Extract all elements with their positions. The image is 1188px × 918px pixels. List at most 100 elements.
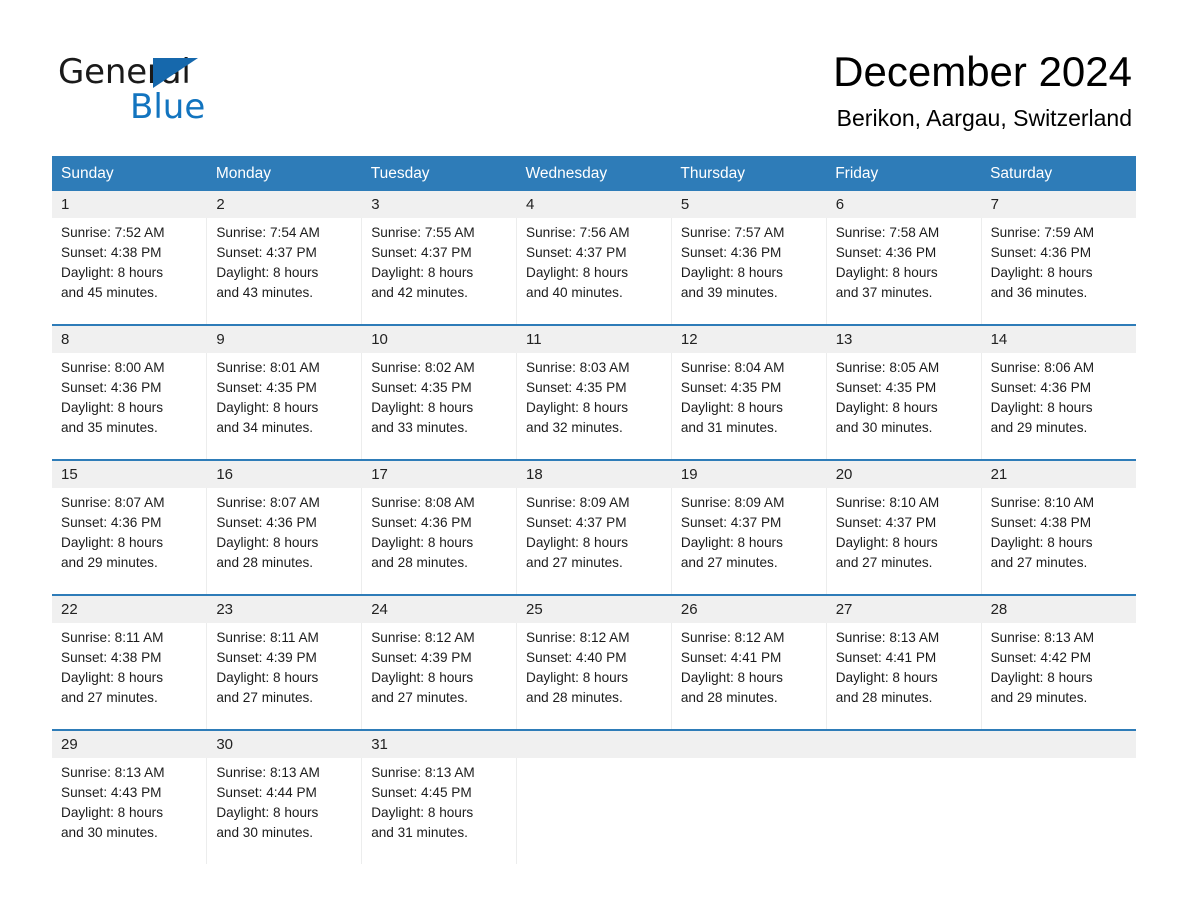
day-cell-empty: [981, 758, 1136, 864]
weekday-header-row: Sunday Monday Tuesday Wednesday Thursday…: [52, 156, 1136, 191]
general-blue-logo[interactable]: General Blue: [58, 52, 318, 132]
daylight-text-line2: and 28 minutes.: [680, 690, 778, 705]
daylight-text-line2: and 40 minutes.: [526, 285, 623, 300]
sunrise-text: Sunrise: 7:57 AM: [680, 225, 785, 240]
daylight-text-line1: Daylight: 8 hours: [61, 265, 164, 280]
daylight-text-line2: and 28 minutes.: [526, 690, 623, 705]
sunset-text: Sunset: 4:44 PM: [216, 785, 317, 800]
sunrise-text: Sunrise: 8:05 AM: [835, 360, 940, 375]
daylight-text-line1: Daylight: 8 hours: [61, 535, 164, 550]
daylight-text-line2: and 45 minutes.: [61, 285, 158, 300]
sunset-text: Sunset: 4:39 PM: [371, 650, 472, 665]
day-number[interactable]: 15: [52, 459, 208, 488]
sunset-text: Sunset: 4:40 PM: [526, 650, 627, 665]
day-number[interactable]: 1: [52, 191, 208, 218]
daylight-text-line1: Daylight: 8 hours: [371, 265, 474, 280]
day-number[interactable]: 13: [826, 324, 982, 353]
sunset-text: Sunset: 4:38 PM: [61, 245, 162, 260]
week-number-row: 15 16 17 18 19 20 21: [52, 459, 1137, 488]
day-number[interactable]: 28: [981, 594, 1137, 623]
day-number[interactable]: 30: [206, 729, 363, 758]
logo-text-blue: Blue: [130, 87, 206, 127]
daylight-text-line1: Daylight: 8 hours: [371, 670, 474, 685]
day-number[interactable]: 24: [361, 594, 518, 623]
day-number-empty: [826, 729, 982, 758]
sunset-text: Sunset: 4:36 PM: [61, 515, 162, 530]
daylight-text-line2: and 31 minutes.: [680, 420, 778, 435]
day-number[interactable]: 29: [52, 729, 208, 758]
sunrise-text: Sunrise: 8:12 AM: [680, 630, 785, 645]
day-number[interactable]: 14: [981, 324, 1137, 353]
day-number[interactable]: 16: [206, 459, 363, 488]
day-number[interactable]: 26: [671, 594, 827, 623]
sunrise-text: Sunrise: 8:11 AM: [61, 630, 164, 645]
day-number[interactable]: 5: [671, 191, 827, 218]
daylight-text-line2: and 27 minutes.: [371, 690, 468, 705]
day-number[interactable]: 17: [361, 459, 518, 488]
daylight-text-line1: Daylight: 8 hours: [61, 805, 164, 820]
day-cell-empty: [671, 758, 827, 864]
sunset-text: Sunset: 4:41 PM: [680, 650, 782, 665]
day-number[interactable]: 2: [206, 191, 363, 218]
daylight-text-line2: and 27 minutes.: [680, 555, 778, 570]
day-number[interactable]: 3: [361, 191, 518, 218]
day-number[interactable]: 21: [981, 459, 1137, 488]
day-number[interactable]: 27: [826, 594, 982, 623]
daylight-text-line1: Daylight: 8 hours: [216, 265, 319, 280]
sunrise-text: Sunrise: 8:10 AM: [835, 495, 940, 510]
daylight-text-line1: Daylight: 8 hours: [526, 535, 629, 550]
day-cell: Sunrise: 7:59 AM Sunset: 4:36 PM Dayligh…: [981, 218, 1136, 325]
sunset-text: Sunset: 4:37 PM: [680, 515, 782, 530]
day-cell: Sunrise: 8:04 AM Sunset: 4:35 PM Dayligh…: [671, 353, 827, 460]
sunset-text: Sunset: 4:37 PM: [835, 515, 937, 530]
week-info-row: Sunrise: 8:13 AM Sunset: 4:43 PM Dayligh…: [52, 758, 1136, 864]
sunset-text: Sunset: 4:36 PM: [680, 245, 782, 260]
sunset-text: Sunset: 4:35 PM: [216, 380, 317, 395]
daylight-text-line2: and 28 minutes.: [371, 555, 468, 570]
day-number[interactable]: 19: [671, 459, 827, 488]
page-header: General Blue December 2024 Berikon, Aarg…: [0, 0, 1188, 155]
daylight-text-line2: and 29 minutes.: [990, 420, 1088, 435]
day-number[interactable]: 11: [516, 324, 672, 353]
day-number[interactable]: 7: [981, 191, 1137, 218]
day-cell: Sunrise: 8:13 AM Sunset: 4:43 PM Dayligh…: [52, 758, 208, 864]
day-number[interactable]: 8: [52, 324, 208, 353]
day-number[interactable]: 6: [826, 191, 982, 218]
daylight-text-line1: Daylight: 8 hours: [990, 535, 1093, 550]
sunset-text: Sunset: 4:36 PM: [990, 245, 1092, 260]
day-number[interactable]: 12: [671, 324, 827, 353]
day-number[interactable]: 18: [516, 459, 672, 488]
day-number[interactable]: 9: [206, 324, 363, 353]
day-cell: Sunrise: 8:07 AM Sunset: 4:36 PM Dayligh…: [52, 488, 208, 595]
daylight-text-line1: Daylight: 8 hours: [835, 265, 938, 280]
daylight-text-line1: Daylight: 8 hours: [61, 670, 164, 685]
daylight-text-line2: and 30 minutes.: [216, 825, 314, 840]
day-number[interactable]: 22: [52, 594, 208, 623]
daylight-text-line2: and 28 minutes.: [835, 690, 933, 705]
day-cell: Sunrise: 8:03 AM Sunset: 4:35 PM Dayligh…: [516, 353, 672, 460]
daylight-text-line1: Daylight: 8 hours: [371, 805, 474, 820]
sunset-text: Sunset: 4:36 PM: [216, 515, 317, 530]
day-number[interactable]: 10: [361, 324, 518, 353]
day-number[interactable]: 23: [206, 594, 363, 623]
day-number[interactable]: 25: [516, 594, 672, 623]
daylight-text-line2: and 29 minutes.: [990, 690, 1088, 705]
week-number-row: 22 23 24 25 26 27 28: [52, 594, 1137, 623]
sunrise-text: Sunrise: 8:07 AM: [61, 495, 165, 510]
day-number[interactable]: 4: [516, 191, 672, 218]
daylight-text-line1: Daylight: 8 hours: [990, 265, 1093, 280]
daylight-text-line2: and 37 minutes.: [835, 285, 933, 300]
weekday-header-friday: Friday: [826, 156, 982, 191]
day-cell: Sunrise: 7:55 AM Sunset: 4:37 PM Dayligh…: [361, 218, 518, 325]
daylight-text-line1: Daylight: 8 hours: [835, 535, 938, 550]
day-number[interactable]: 20: [826, 459, 982, 488]
sunset-text: Sunset: 4:41 PM: [835, 650, 937, 665]
sunrise-text: Sunrise: 8:11 AM: [216, 630, 319, 645]
sunrise-text: Sunrise: 8:08 AM: [371, 495, 475, 510]
day-cell: Sunrise: 8:07 AM Sunset: 4:36 PM Dayligh…: [206, 488, 363, 595]
week-info-row: Sunrise: 8:00 AM Sunset: 4:36 PM Dayligh…: [52, 353, 1136, 460]
day-cell: Sunrise: 8:11 AM Sunset: 4:39 PM Dayligh…: [206, 623, 363, 730]
week-info-row: Sunrise: 7:52 AM Sunset: 4:38 PM Dayligh…: [52, 218, 1136, 325]
day-number[interactable]: 31: [361, 729, 518, 758]
week-number-row: 8 9 10 11 12 13 14: [52, 324, 1137, 353]
